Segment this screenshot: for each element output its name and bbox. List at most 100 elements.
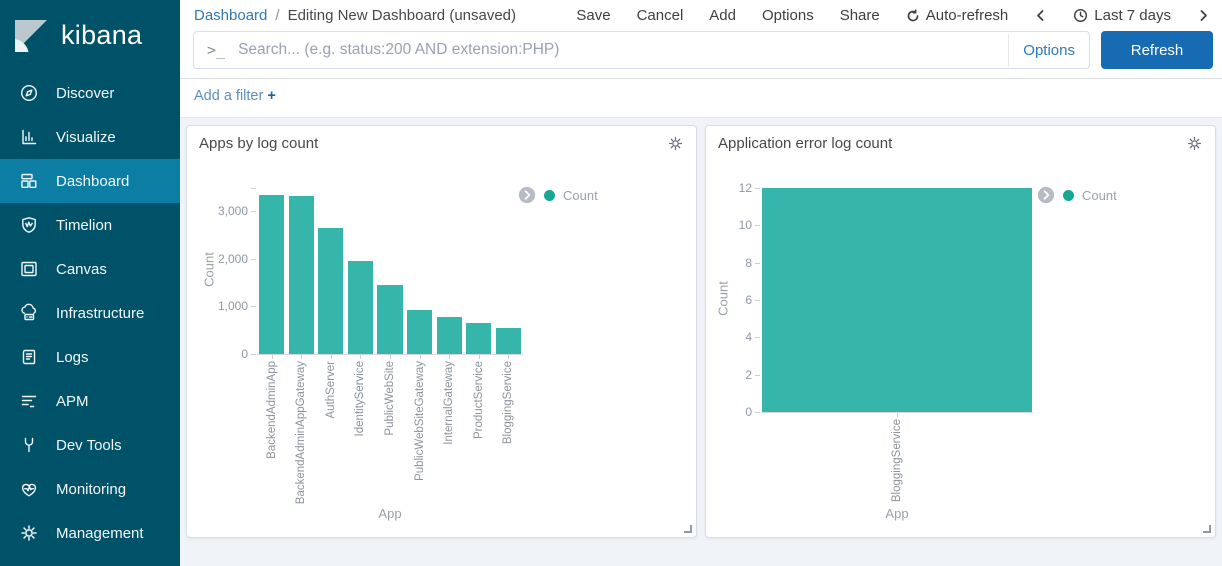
sidebar-item-discover[interactable]: Discover: [0, 71, 180, 115]
sidebar-item-label: Canvas: [56, 261, 107, 278]
bar-AuthServer[interactable]: [318, 228, 343, 354]
menu-add-button[interactable]: Add: [709, 7, 736, 24]
x-tick-label: PublicWebSiteGateway: [413, 361, 427, 481]
y-tick-label: 3,000: [200, 204, 248, 218]
timelion-icon: [19, 215, 39, 235]
y-tick-label: 0: [200, 347, 248, 361]
auto-refresh-button[interactable]: Auto-refresh: [906, 7, 1009, 24]
sidebar-item-label: Visualize: [56, 129, 116, 146]
sidebar-item-label: Management: [56, 525, 144, 542]
bar-chart-application-error-log-count: Count024681012BloggingServiceAppCount: [714, 162, 1207, 529]
bar-chart-apps-by-log-count: Count01,0002,0003,000BackendAdminAppBack…: [195, 162, 688, 529]
y-tick-label: 2,000: [200, 252, 248, 266]
panel-application-error-log-count: Application error log count Count0246810…: [705, 125, 1216, 538]
main-area: Dashboard / Editing New Dashboard (unsaved…: [180, 0, 1222, 566]
logs-icon: [19, 347, 39, 367]
dashboard-grid: Apps by log count Count01,0002,0003,000B…: [180, 118, 1222, 566]
time-prev-button[interactable]: [1034, 9, 1047, 22]
sidebar-item-logs[interactable]: Logs: [0, 335, 180, 379]
breadcrumb-current: Editing New Dashboard (unsaved): [288, 7, 516, 24]
time-next-button[interactable]: [1197, 9, 1210, 22]
legend-expand-icon[interactable]: [1037, 186, 1055, 204]
legend-series-label[interactable]: Count: [1082, 188, 1117, 203]
topbar-menu: Save Cancel Add Options Share Auto-refresh Las…: [576, 7, 1210, 24]
bar-BackendAdminAppGateway[interactable]: [289, 196, 314, 354]
bar-IdentityService[interactable]: [348, 261, 373, 354]
x-tick-mark: [479, 355, 480, 359]
bar-BloggingService[interactable]: [496, 328, 521, 354]
gear-icon[interactable]: [667, 135, 684, 152]
sidebar-item-label: Timelion: [56, 217, 112, 234]
menu-save-button[interactable]: Save: [576, 7, 610, 24]
chart-legend: Count: [1037, 186, 1117, 204]
sidebar-item-canvas[interactable]: Canvas: [0, 247, 180, 291]
discover-icon: [19, 83, 39, 103]
x-tick-mark: [301, 355, 302, 359]
chevron-left-icon: [1034, 9, 1047, 22]
search-input[interactable]: [236, 40, 1008, 60]
bar-PublicWebSiteGateway[interactable]: [407, 310, 432, 354]
y-tick-mark: [251, 211, 256, 212]
kibana-logo[interactable]: kibana: [0, 0, 180, 71]
x-tick-label: IdentityService: [353, 361, 367, 436]
sidebar-item-apm[interactable]: APM: [0, 379, 180, 423]
panel-header: Apps by log count: [187, 126, 696, 152]
add-filter-link[interactable]: Add a filter+: [194, 88, 276, 104]
x-tick-label: PublicWebSite: [383, 361, 397, 436]
legend-series-dot: [544, 190, 555, 201]
x-axis-label: App: [330, 506, 450, 521]
sidebar-item-timelion[interactable]: Timelion: [0, 203, 180, 247]
bar-InternalGateway[interactable]: [437, 317, 462, 354]
legend-series-label[interactable]: Count: [563, 188, 598, 203]
legend-series-dot: [1063, 190, 1074, 201]
x-tick-label: BloggingService: [890, 419, 904, 502]
topbar: Dashboard / Editing New Dashboard (unsaved…: [180, 0, 1222, 29]
sidebar-item-infrastructure[interactable]: Infrastructure: [0, 291, 180, 335]
panel-resize-handle[interactable]: [1203, 525, 1211, 533]
sidebar-nav: Discover Visualize Dashboard Timelion Canvas…: [0, 71, 180, 555]
y-tick-mark: [755, 263, 760, 264]
menu-options-button[interactable]: Options: [762, 7, 814, 24]
sidebar-item-monitoring[interactable]: Monitoring: [0, 467, 180, 511]
auto-refresh-button-label: Auto-refresh: [926, 7, 1009, 24]
y-tick-label: 2: [704, 368, 752, 382]
bar-BackendAdminApp[interactable]: [259, 195, 284, 354]
sidebar-item-dashboard[interactable]: Dashboard: [0, 159, 180, 203]
refresh-button[interactable]: Refresh: [1101, 31, 1213, 69]
bar-BloggingService[interactable]: [762, 188, 1032, 412]
kibana-logo-text: kibana: [61, 20, 142, 51]
time-picker-button[interactable]: Last 7 days: [1073, 7, 1171, 24]
y-tick-mark: [755, 375, 760, 376]
sidebar-item-management[interactable]: Management: [0, 511, 180, 555]
sidebar-item-visualize[interactable]: Visualize: [0, 115, 180, 159]
y-tick-label: 6: [704, 293, 752, 307]
x-tick-label: BackendAdminApp: [265, 361, 279, 459]
sidebar-item-label: Dashboard: [56, 173, 129, 190]
gear-icon[interactable]: [1186, 135, 1203, 152]
y-tick-label: 8: [704, 256, 752, 270]
y-tick-mark: [755, 412, 760, 413]
query-options-link[interactable]: Options: [1008, 34, 1089, 67]
sidebar-item-label: Discover: [56, 85, 114, 102]
bar-PublicWebSite[interactable]: [377, 285, 402, 354]
panel-resize-handle[interactable]: [684, 525, 692, 533]
monitoring-icon: [19, 479, 39, 499]
filter-bar: Add a filter+: [180, 79, 1222, 118]
query-prompt-icon: >_: [207, 41, 225, 59]
y-axis-top-tick: [251, 188, 256, 189]
sidebar-item-label: APM: [56, 393, 89, 410]
breadcrumb-separator: /: [275, 7, 279, 24]
breadcrumb-dashboard-link[interactable]: Dashboard: [194, 7, 267, 24]
x-tick-mark: [449, 355, 450, 359]
legend-expand-icon[interactable]: [518, 186, 536, 204]
bar-ProductService[interactable]: [466, 323, 491, 354]
apm-icon: [19, 391, 39, 411]
x-tick-mark: [272, 355, 273, 359]
menu-cancel-button[interactable]: Cancel: [637, 7, 684, 24]
sidebar-item-dev-tools[interactable]: Dev Tools: [0, 423, 180, 467]
management-icon: [19, 523, 39, 543]
y-tick-mark: [755, 225, 760, 226]
time-picker-button-label: Last 7 days: [1094, 7, 1171, 24]
y-tick-label: 12: [704, 181, 752, 195]
menu-share-button[interactable]: Share: [840, 7, 880, 24]
